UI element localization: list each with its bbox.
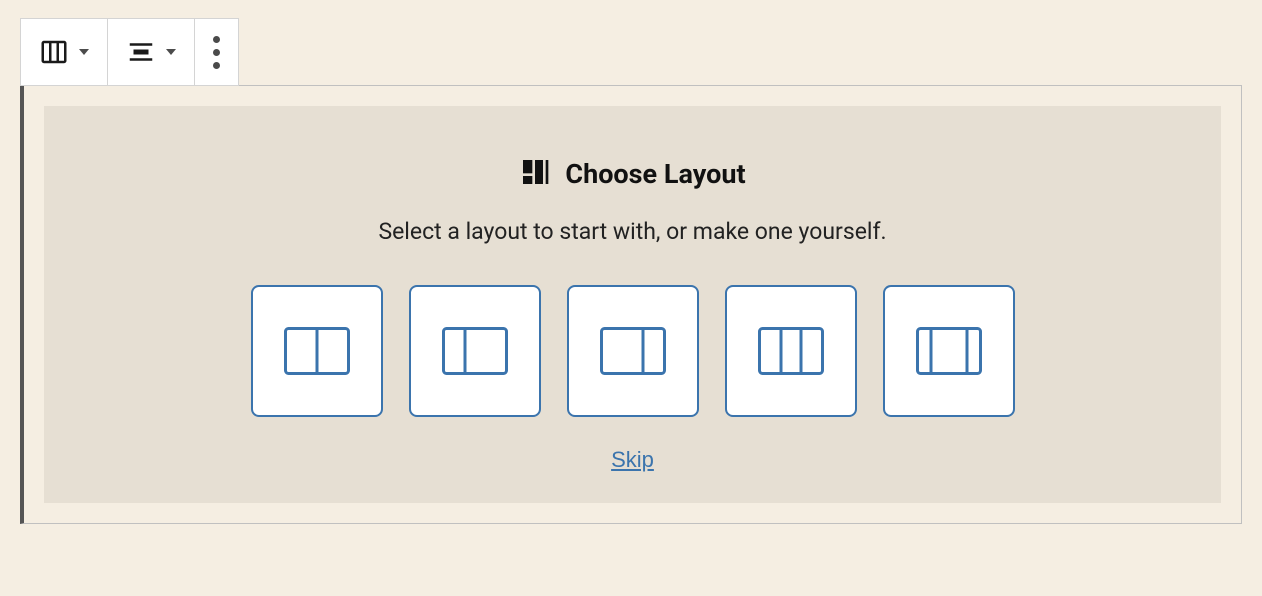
layout-three-equal-icon bbox=[758, 327, 824, 375]
toolbar-group-more bbox=[195, 19, 238, 85]
block-type-button[interactable] bbox=[21, 19, 107, 85]
more-vertical-icon bbox=[213, 36, 220, 69]
placeholder-description: Select a layout to start with, or make o… bbox=[74, 218, 1191, 245]
layout-option-wide-center[interactable] bbox=[883, 285, 1015, 417]
skip-button[interactable]: Skip bbox=[611, 447, 654, 473]
layout-option-two-equal[interactable] bbox=[251, 285, 383, 417]
block-toolbar bbox=[20, 18, 239, 86]
align-icon bbox=[126, 37, 156, 67]
columns-icon bbox=[39, 37, 69, 67]
layout-two-equal-icon bbox=[284, 327, 350, 375]
placeholder-header: Choose Layout bbox=[74, 156, 1191, 192]
more-options-button[interactable] bbox=[195, 19, 238, 85]
layout-one-third-two-thirds-icon bbox=[442, 327, 508, 375]
layout-option-two-thirds-one-third[interactable] bbox=[567, 285, 699, 417]
layout-wide-center-icon bbox=[916, 327, 982, 375]
layout-grid-icon bbox=[519, 156, 551, 192]
chevron-down-icon bbox=[166, 49, 176, 55]
layout-option-one-third-two-thirds[interactable] bbox=[409, 285, 541, 417]
layout-options bbox=[74, 285, 1191, 417]
layout-option-three-equal[interactable] bbox=[725, 285, 857, 417]
align-button[interactable] bbox=[108, 19, 194, 85]
columns-block-outline: Choose Layout Select a layout to start w… bbox=[20, 85, 1242, 524]
toolbar-group-align bbox=[108, 19, 195, 85]
toolbar-group-block-type bbox=[21, 19, 108, 85]
layout-two-thirds-one-third-icon bbox=[600, 327, 666, 375]
placeholder-title: Choose Layout bbox=[565, 158, 745, 190]
chevron-down-icon bbox=[79, 49, 89, 55]
layout-placeholder: Choose Layout Select a layout to start w… bbox=[44, 106, 1221, 503]
